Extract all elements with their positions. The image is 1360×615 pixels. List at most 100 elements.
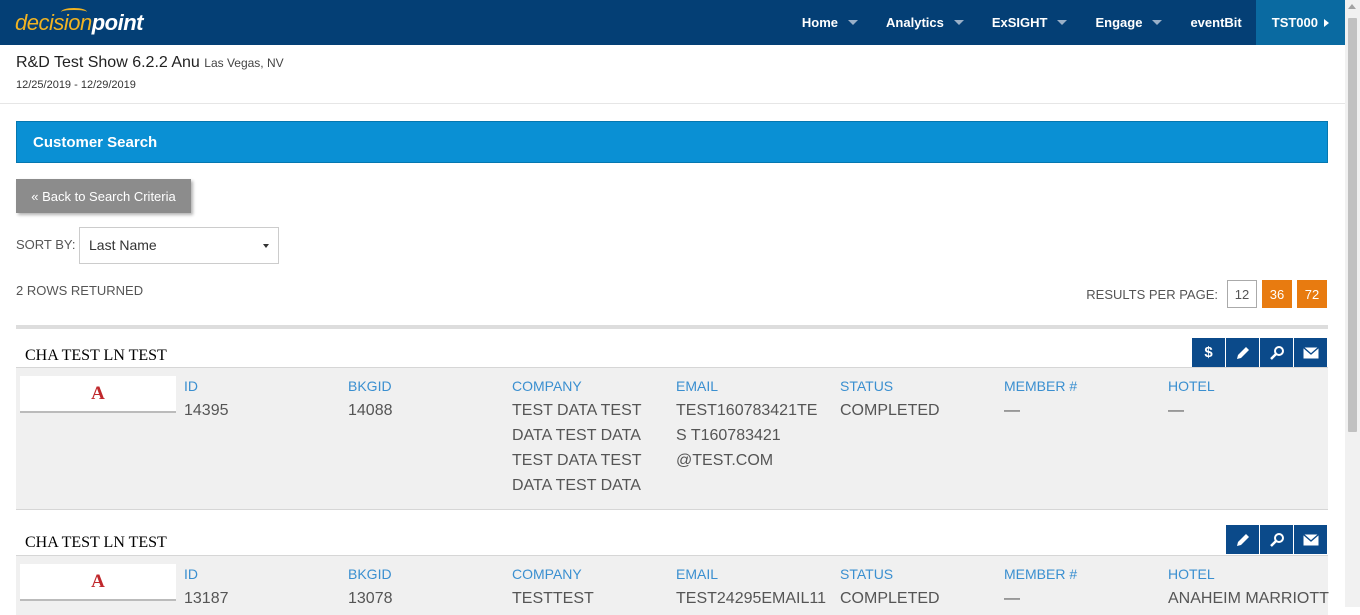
col-email: EMAIL TEST160783421TES T160783421 @TEST.…	[676, 378, 826, 473]
caret-down-icon	[953, 20, 964, 25]
record-bkgid: 14088	[348, 402, 393, 419]
col-head-email: EMAIL	[676, 378, 719, 394]
rpp-option-12[interactable]: 12	[1227, 280, 1257, 308]
col-head-member: MEMBER #	[1004, 378, 1078, 394]
col-head-email: EMAIL	[676, 566, 719, 582]
record-company: TESTTEST	[512, 590, 594, 607]
col-head-id: ID	[184, 566, 198, 582]
sort-by-value: Last Name	[89, 237, 157, 253]
panel-title: Customer Search	[16, 121, 1328, 163]
record-hotel: ANAHEIM MARRIOTT	[1168, 590, 1329, 607]
envelope-icon[interactable]	[1294, 338, 1327, 367]
sort-by-select[interactable]: Last Name	[79, 227, 279, 264]
record-bkgid: 13078	[348, 590, 393, 607]
show-location: Las Vegas, NV	[204, 56, 284, 70]
record-actions	[1225, 525, 1327, 554]
rpp-option-36[interactable]: 36	[1262, 280, 1292, 308]
pencil-icon[interactable]	[1226, 525, 1259, 554]
record-badge: A	[20, 564, 176, 601]
nav-item-home[interactable]: Home	[788, 0, 872, 45]
dollar-icon[interactable]: $	[1192, 338, 1225, 367]
nav-menu: Home Analytics ExSIGHT Engage eventBit T…	[788, 0, 1345, 45]
record-details: A ID 13187 BKGID 13078 COMPANY TESTTEST …	[16, 555, 1329, 615]
caret-right-icon	[1324, 18, 1329, 27]
caret-down-icon	[848, 20, 859, 25]
record-status: COMPLETED	[840, 590, 940, 607]
vertical-scrollbar[interactable]	[1345, 0, 1360, 607]
col-head-bkgid: BKGID	[348, 566, 392, 582]
show-title: R&D Test Show 6.2.2 Anu Las Vegas, NV	[16, 54, 284, 72]
decisionpoint-logo[interactable]: decisionpoint	[15, 8, 144, 36]
header-divider	[0, 103, 1345, 104]
logo-swoosh	[61, 8, 87, 16]
col-hotel: HOTEL —	[1168, 378, 1318, 423]
col-head-bkgid: BKGID	[348, 378, 392, 394]
col-status: STATUS COMPLETED	[840, 378, 990, 423]
show-name: R&D Test Show 6.2.2 Anu	[16, 54, 200, 71]
record-company: TEST DATA TEST DATA TEST DATA TEST DATA …	[512, 402, 642, 494]
nav-item-label: Home	[801, 15, 839, 30]
show-dates: 12/25/2019 - 12/29/2019	[16, 79, 136, 91]
record-id: 13187	[184, 590, 229, 607]
envelope-icon[interactable]	[1294, 525, 1327, 554]
col-hotel: HOTEL ANAHEIM MARRIOTT	[1168, 566, 1329, 611]
scroll-up-arrow-icon[interactable]	[1348, 4, 1356, 9]
caret-down-icon	[1057, 20, 1068, 25]
record-actions: $	[1191, 338, 1327, 367]
record-id: 14395	[184, 402, 229, 419]
col-status: STATUS COMPLETED	[840, 566, 990, 611]
search-icon[interactable]	[1260, 525, 1293, 554]
nav-item-label: Engage	[1095, 15, 1143, 30]
nav-item-engage[interactable]: Engage	[1081, 0, 1176, 45]
col-head-status: STATUS	[840, 378, 894, 394]
logo-text-part2: point	[91, 10, 144, 35]
nav-account-menu[interactable]: TST000	[1255, 0, 1345, 45]
col-head-hotel: HOTEL	[1168, 378, 1215, 394]
rows-returned-count: 2 ROWS RETURNED	[16, 283, 144, 298]
col-member: MEMBER # —	[1004, 566, 1154, 611]
sort-by-label: SORT BY:	[16, 237, 76, 252]
col-bkgid: BKGID 13078	[348, 566, 498, 611]
back-to-search-button[interactable]: « Back to Search Criteria	[16, 179, 191, 213]
record-member: —	[1004, 590, 1020, 607]
record-name[interactable]: CHA TEST LN TEST	[25, 534, 167, 552]
record-member: —	[1004, 402, 1020, 419]
dropdown-arrow-icon	[263, 244, 269, 248]
top-navbar: decisionpoint Home Analytics ExSIGHT Eng…	[0, 0, 1345, 45]
scroll-thumb[interactable]	[1348, 18, 1357, 432]
col-head-id: ID	[184, 378, 198, 394]
col-member: MEMBER # —	[1004, 378, 1154, 423]
col-id: ID 14395	[184, 378, 334, 423]
results-per-page-label: RESULTS PER PAGE:	[1086, 286, 1218, 302]
col-head-hotel: HOTEL	[1168, 566, 1215, 582]
record-email: TEST24295EMAIL11	[676, 590, 827, 607]
col-company: COMPANY TESTTEST	[512, 566, 662, 611]
caret-down-icon	[1152, 20, 1163, 25]
record-badge: A	[20, 376, 176, 413]
results-divider	[16, 325, 1328, 329]
nav-item-label: Analytics	[886, 15, 944, 30]
col-head-company: COMPANY	[512, 566, 582, 582]
col-id: ID 13187	[184, 566, 334, 611]
col-head-status: STATUS	[840, 566, 894, 582]
pencil-icon[interactable]	[1226, 338, 1259, 367]
record-hotel: —	[1168, 402, 1184, 419]
col-email: EMAIL TEST24295EMAIL11	[676, 566, 826, 611]
col-head-company: COMPANY	[512, 378, 582, 394]
col-head-member: MEMBER #	[1004, 566, 1078, 582]
record-status: COMPLETED	[840, 402, 940, 419]
nav-item-exsight[interactable]: ExSIGHT	[978, 0, 1082, 45]
results-per-page: RESULTS PER PAGE: 12 36 72	[1086, 280, 1327, 308]
record-name[interactable]: CHA TEST LN TEST	[25, 347, 167, 365]
col-company: COMPANY TEST DATA TEST DATA TEST DATA TE…	[512, 378, 652, 498]
record-email: TEST160783421TES T160783421 @TEST.COM	[676, 402, 818, 469]
rpp-option-72[interactable]: 72	[1297, 280, 1327, 308]
search-icon[interactable]	[1260, 338, 1293, 367]
col-bkgid: BKGID 14088	[348, 378, 498, 423]
nav-item-label: ExSIGHT	[991, 15, 1048, 30]
nav-item-analytics[interactable]: Analytics	[872, 0, 978, 45]
nav-item-eventbit[interactable]: eventBit	[1176, 0, 1255, 45]
record-details: A ID 14395 BKGID 14088 COMPANY TEST DATA…	[16, 367, 1328, 510]
nav-item-label: eventBit	[1190, 15, 1242, 30]
account-label: TST000	[1271, 15, 1318, 30]
